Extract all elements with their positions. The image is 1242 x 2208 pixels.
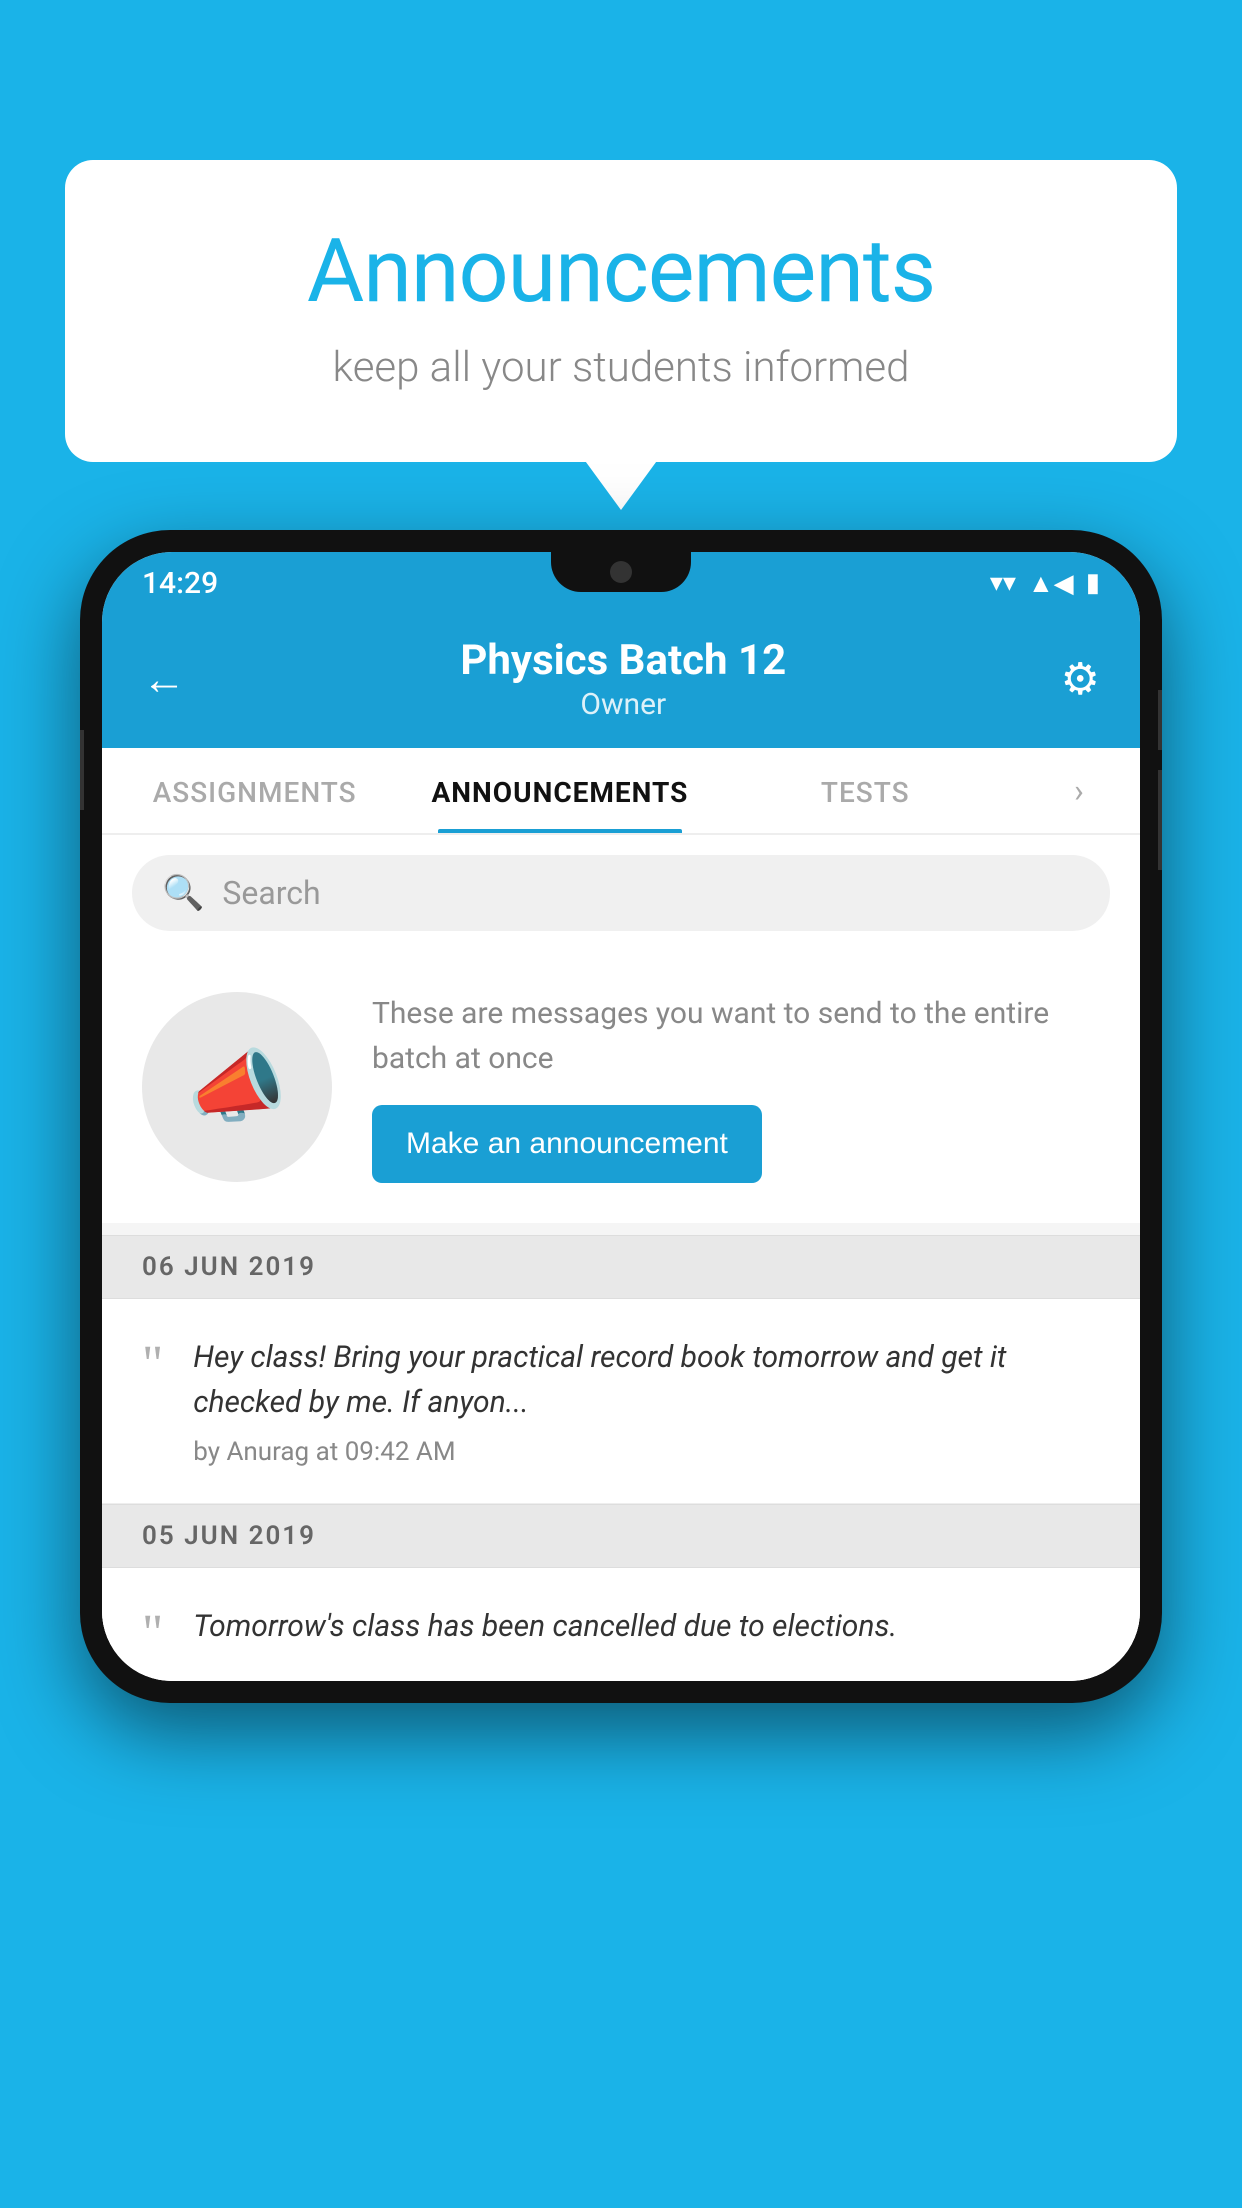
content-area: 🔍 Search 📣 These are messages you want t…: [102, 835, 1140, 1681]
status-time: 14:29: [142, 566, 218, 601]
status-icons: ▾▾ ▲◀ ▮: [990, 568, 1100, 599]
make-announcement-button[interactable]: Make an announcement: [372, 1105, 762, 1183]
speech-bubble-card: Announcements keep all your students inf…: [65, 160, 1177, 462]
phone-notch: [551, 552, 691, 592]
megaphone-circle: 📣: [142, 992, 332, 1182]
tab-more[interactable]: ›: [1018, 748, 1140, 833]
megaphone-icon: 📣: [187, 1040, 287, 1134]
search-input-wrapper[interactable]: 🔍 Search: [132, 855, 1110, 931]
speech-bubble-section: Announcements keep all your students inf…: [65, 160, 1177, 462]
battery-icon: ▮: [1086, 568, 1100, 598]
wifi-icon: ▾▾: [990, 568, 1016, 598]
announcement-text-area-1: Hey class! Bring your practical record b…: [193, 1335, 1100, 1467]
bubble-title: Announcements: [145, 220, 1097, 323]
search-bar: 🔍 Search: [102, 835, 1140, 951]
search-icon: 🔍: [162, 873, 204, 913]
phone-side-button-right-2: [1158, 770, 1162, 870]
announcement-item-2[interactable]: " Tomorrow's class has been cancelled du…: [102, 1568, 1140, 1681]
settings-icon[interactable]: ⚙: [1061, 653, 1100, 705]
tab-announcements[interactable]: ANNOUNCEMENTS: [407, 748, 712, 833]
phone-side-button-left: [80, 730, 84, 810]
phone-screen: 14:29 ▾▾ ▲◀ ▮ ← Physics Batch 12 Owner ⚙: [102, 552, 1140, 1681]
phone-body: 14:29 ▾▾ ▲◀ ▮ ← Physics Batch 12 Owner ⚙: [80, 530, 1162, 1703]
announcement-text-2: Tomorrow's class has been cancelled due …: [193, 1604, 1100, 1649]
announcement-text-1: Hey class! Bring your practical record b…: [193, 1335, 1100, 1425]
search-placeholder: Search: [222, 874, 320, 912]
notch-camera: [610, 561, 632, 583]
quote-icon-1: ": [142, 1339, 163, 1391]
phone-mockup: 14:29 ▾▾ ▲◀ ▮ ← Physics Batch 12 Owner ⚙: [80, 530, 1162, 1703]
signal-icon: ▲◀: [1028, 568, 1074, 599]
tab-assignments[interactable]: ASSIGNMENTS: [102, 748, 407, 833]
announcement-meta-1: by Anurag at 09:42 AM: [193, 1437, 1100, 1467]
empty-state: 📣 These are messages you want to send to…: [102, 951, 1140, 1223]
date-separator-1: 06 JUN 2019: [102, 1235, 1140, 1299]
empty-description: These are messages you want to send to t…: [372, 991, 1100, 1081]
announcement-item-1[interactable]: " Hey class! Bring your practical record…: [102, 1299, 1140, 1504]
header-center: Physics Batch 12 Owner: [460, 636, 786, 722]
header-title: Physics Batch 12: [460, 636, 786, 685]
date-separator-2: 05 JUN 2019: [102, 1504, 1140, 1568]
empty-text-area: These are messages you want to send to t…: [372, 991, 1100, 1183]
tab-tests[interactable]: TESTS: [713, 748, 1018, 833]
announcement-text-area-2: Tomorrow's class has been cancelled due …: [193, 1604, 1100, 1661]
tab-bar: ASSIGNMENTS ANNOUNCEMENTS TESTS ›: [102, 748, 1140, 835]
header-subtitle: Owner: [460, 687, 786, 722]
phone-side-button-right-1: [1158, 690, 1162, 750]
app-header: ← Physics Batch 12 Owner ⚙: [102, 614, 1140, 748]
back-button[interactable]: ←: [142, 653, 186, 705]
bubble-subtitle: keep all your students informed: [145, 343, 1097, 392]
quote-icon-2: ": [142, 1608, 163, 1660]
